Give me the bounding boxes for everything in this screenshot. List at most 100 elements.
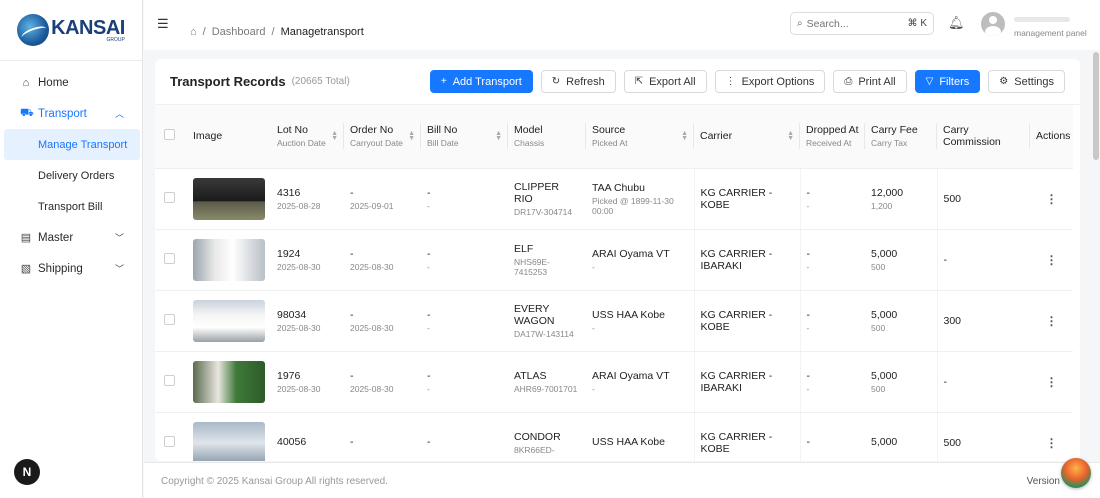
row-actions-menu-icon[interactable]: ⋮ [1046,253,1058,267]
sidebar-item-manage-transport[interactable]: Manage Transport [4,129,140,160]
row-actions-menu-icon[interactable]: ⋮ [1046,436,1058,450]
gear-icon: ⚙ [999,76,1009,87]
app-logo[interactable]: KANSAI GROUP [0,0,142,61]
carrier: KG CARRIER - KOBE [700,308,773,333]
help-assistant-button[interactable] [1061,458,1091,488]
table-row[interactable]: 1976 2025-08-30 -2025-08-30 -- ATLAS AHR69… [155,351,1073,413]
row-checkbox[interactable] [164,313,175,325]
select-all-checkbox[interactable] [164,129,175,141]
card-header: Transport Records (20665 Total) + Add Tra… [155,59,1080,105]
bill-no: - [427,308,431,321]
row-actions-menu-icon[interactable]: ⋮ [1046,375,1058,389]
picked-at: Picked @ 1899-11-30 00:00 [592,195,674,216]
lot-no: 4316 [277,186,301,199]
row-checkbox[interactable] [164,435,175,447]
toolbar: + Add Transport ↻ Refresh ⇱ Export All ⋮ Exp… [429,70,1065,93]
bell-icon[interactable]: 🔔︎ [948,15,965,31]
footer: Copyright © 2025 Kansai Group All rights… [144,462,1100,498]
clipboard-icon: ▤ [20,232,32,244]
received-at: - [806,383,810,394]
home-icon[interactable]: ⌂ [190,26,197,38]
sidebar-item-delivery-orders[interactable]: Delivery Orders [0,160,140,191]
print-all-button[interactable]: ⎙ Print All [833,70,907,93]
breadcrumb-dashboard[interactable]: Dashboard [212,26,266,38]
home-icon: ⌂ [22,76,30,89]
row-checkbox[interactable] [164,252,175,264]
carryout-date: 2025-08-30 [350,383,394,394]
table-header-row: Image Lot No Auction Date ▲ ▼ Order No Carry… [155,105,1073,169]
carry-commission: 300 [943,314,962,327]
auction-date: 2025-08-28 [277,200,321,211]
settings-button[interactable]: ⚙ Settings [988,70,1065,93]
row-actions-menu-icon[interactable]: ⋮ [1046,192,1058,206]
table-row[interactable]: 98034 2025-08-30 -2025-08-30 -- EVERY WAG… [155,290,1073,352]
user-name [1014,17,1070,22]
col-model: Model Chassis [508,105,586,169]
collapse-menu-icon[interactable]: ☰ [157,16,169,32]
model: ATLAS [514,369,547,382]
next-badge-button[interactable]: N [14,459,40,485]
table-row[interactable]: 1924 2025-08-30 -2025-08-30 -- ELF NHS69E-… [155,229,1073,291]
table-row[interactable]: 40056 - - CONDOR 8KR66ED- USS HAA Kobe KG… [155,412,1073,461]
carry-fee: 5,000 [871,247,898,260]
vehicle-thumbnail[interactable] [193,177,265,220]
row-checkbox[interactable] [164,191,175,203]
search-box[interactable]: ⌕ ⌘ K [790,12,934,35]
sort-icon[interactable]: ▲ ▼ [787,130,794,142]
sort-icon[interactable]: ▲ ▼ [495,130,502,142]
vehicle-thumbnail[interactable] [193,299,265,342]
chevron-down-icon: ﹀ [114,233,124,243]
sort-icon[interactable]: ▲ ▼ [681,130,688,142]
model: CLIPPER RIO [514,180,559,205]
lot-no: 98034 [277,308,307,321]
auction-date: 2025-08-30 [277,322,321,333]
refresh-button[interactable]: ↻ Refresh [540,70,616,93]
sidebar-item-home[interactable]: ⌂ Home [0,67,142,98]
source: ARAI Oyama VT [592,369,670,382]
row-checkbox[interactable] [164,374,175,386]
top-header: ☰ ⌂ / Dashboard / Managetransport ⌕ ⌘ K … [144,0,1100,50]
carry-tax: 1,200 [871,200,893,211]
col-bill[interactable]: Bill No Bill Date ▲ ▼ [421,105,508,169]
row-actions-menu-icon[interactable]: ⋮ [1046,314,1058,328]
received-at: - [806,322,810,333]
logo-sub: GROUP [106,36,125,43]
document-icon: ▧ [20,263,32,275]
table-row[interactable]: 4316 2025-08-28 -2025-09-01 -- CLIPPER RI… [155,168,1073,230]
vehicle-thumbnail[interactable] [193,360,265,403]
sidebar-item-shipping[interactable]: ▧ Shipping ﹀ [0,253,142,284]
page-title: Transport Records [170,74,286,89]
col-lot[interactable]: Lot No Auction Date ▲ ▼ [271,105,344,169]
refresh-icon: ↻ [551,76,561,87]
export-options-button[interactable]: ⋮ Export Options [714,70,826,93]
avatar[interactable] [981,12,1005,36]
model: ELF [514,242,534,255]
sidebar-item-transport[interactable]: ⛟ Transport ︿ [0,98,142,129]
carry-fee: 5,000 [871,369,898,382]
carry-tax: 500 [871,322,886,333]
bill-no: - [427,435,431,448]
auction-date: 2025-08-30 [277,261,321,272]
search-input[interactable] [806,17,908,30]
vehicle-thumbnail[interactable] [193,238,265,281]
sidebar-item-master[interactable]: ▤ Master ﹀ [0,222,142,253]
version-label: Version [1026,476,1060,487]
sidebar-item-transport-bill[interactable]: Transport Bill [0,191,140,222]
bill-date: - [427,261,430,272]
sort-icon[interactable]: ▲ ▼ [331,130,338,142]
dropped-at: - [806,435,811,448]
dropped-at: - [806,186,811,199]
sidebar-item-label: Transport [38,107,87,120]
filters-button[interactable]: ▽ Filters [914,70,981,93]
export-all-button[interactable]: ⇱ Export All [623,70,707,93]
carryout-date: 2025-08-30 [350,261,394,272]
col-order[interactable]: Order No Carryout Date ▲ ▼ [344,105,421,169]
col-source[interactable]: Source Picked At ▲ ▼ [586,105,694,169]
sort-icon[interactable]: ▲ ▼ [408,130,415,142]
col-carrier[interactable]: Carrier ▲ ▼ [694,105,800,169]
carrier: KG CARRIER - IBARAKI [700,247,773,272]
vehicle-thumbnail[interactable] [193,421,265,461]
page-scrollbar[interactable] [1093,52,1099,160]
order-no: - [350,435,354,448]
add-transport-button[interactable]: + Add Transport [429,70,533,93]
